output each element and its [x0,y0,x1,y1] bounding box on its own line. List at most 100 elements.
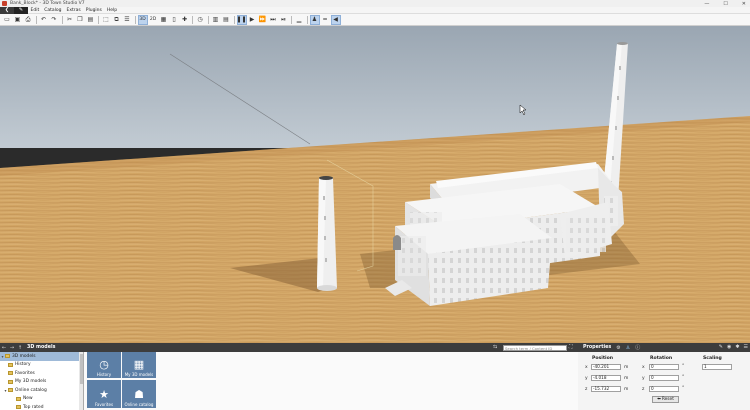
print-button[interactable]: ⎙ [23,15,33,25]
axis-y-label: y [585,376,588,381]
list-icon: ☰ [124,16,130,23]
reset-label: Reset [661,397,674,402]
tree-item-online-catalog[interactable]: ▾ Online catalog [0,386,83,395]
window-title: Bank_Block* - 3D Town Studio V7 [10,1,85,6]
arrow-right-icon: → [9,344,15,351]
move-button[interactable]: ✚ [180,15,190,25]
menu-plugins[interactable]: Plugins [83,8,104,13]
catalog-header: ← → ↑ 3D models ⇆ Search term / Content … [0,343,578,352]
clock-icon: ◷ [99,358,109,371]
info-icon[interactable]: ⓘ [635,344,640,351]
folder-icon [16,396,21,401]
tree-scrollbar[interactable] [79,352,83,410]
folder-icon [8,362,13,367]
position-y-field[interactable]: -4.018 [591,375,621,381]
rotation-y-field[interactable]: 0 [649,375,679,381]
panel-icon: ▤ [223,16,229,23]
gear-icon[interactable]: ⚙ [616,345,620,351]
open-button[interactable]: ▭ [2,15,12,25]
expand-icon[interactable]: ⛶ [569,344,573,350]
speaker-icon: ◀ [333,16,338,23]
toolbar-separator [291,15,292,24]
save-button[interactable]: ▣ [13,15,23,25]
axis-x-label: x [642,365,645,370]
grid-view-button[interactable]: ▦ [159,15,169,25]
catalog-search-input[interactable]: Search term / Content ID [503,344,567,351]
skip-end-button[interactable]: ⏯ [279,15,289,25]
view-2d-button[interactable]: 2D [148,15,158,25]
minimize-button[interactable]: — [704,1,709,7]
road-button[interactable]: ═ [320,15,330,25]
pause-button[interactable]: ❚❚ [236,14,247,25]
figure-icon[interactable]: ♙ [626,345,630,351]
scaling-field[interactable]: 1 [702,364,732,370]
tile-favorites[interactable]: ★ Favorites [87,380,121,408]
tree-item-label: Online catalog [15,387,47,393]
panel-button[interactable]: ▤ [221,15,231,25]
tree-item-label: 3D models [12,353,36,359]
3d-viewport[interactable] [0,26,750,343]
menu-extras[interactable]: Extras [64,8,83,13]
select-button[interactable]: ⬚ [101,15,111,25]
tile-online-catalog[interactable]: ☗ Online catalog [122,380,156,408]
position-z-field[interactable]: -15.732 [591,386,621,392]
list-button[interactable]: ☰ [122,15,132,25]
folder-icon [5,354,10,359]
tree-item-history[interactable]: History [0,361,83,370]
layout-button[interactable]: ▥ [211,15,221,25]
tree-item-label: Favorites [15,370,35,376]
menu-edit[interactable]: Edit [28,8,42,13]
sound-button[interactable]: ◀ [330,14,341,25]
tree-item-new[interactable]: New [0,395,83,404]
trash-button[interactable]: ▯ [169,15,179,25]
road-icon: ═ [323,16,327,23]
eye-icon[interactable]: ◉ [727,344,731,350]
clock-button[interactable]: ◷ [195,15,205,25]
redo-button[interactable]: ↷ [49,15,59,25]
maximize-button[interactable]: ☐ [723,1,727,7]
tree-item-favorites[interactable]: Favorites [0,369,83,378]
reset-button[interactable]: ⬅ Reset [652,396,679,403]
tile-history[interactable]: ◷ History [87,352,121,378]
menu-help[interactable]: Help [104,8,119,13]
unit-m: m [624,365,629,370]
copy-icon: ❐ [77,16,83,23]
search-options-icon[interactable]: ⇆ [493,344,497,350]
nav-up-button[interactable]: ↑ [16,345,24,351]
play-button[interactable]: ▶ [247,15,257,25]
scrollbar-thumb[interactable] [79,354,83,384]
tools-icon[interactable]: ✱ [735,344,739,350]
tile-label: Online catalog [124,402,154,407]
scene-render[interactable] [0,26,750,343]
pen-menu-button[interactable]: ✎ [14,6,28,14]
tree-item-my-3d-models[interactable]: My 3D models [0,378,83,387]
pin-icon[interactable]: ✎ [719,344,723,350]
undo-button[interactable]: ↶ [39,15,49,25]
position-x-field[interactable]: -40.201 [591,364,621,370]
toolbar-separator [192,15,193,24]
underline-button[interactable]: ▁ [294,15,304,25]
close-button[interactable]: ✕ [742,1,746,7]
fast-forward-button[interactable]: ⏩ [258,15,268,25]
menu-catalog[interactable]: Catalog [42,8,64,13]
cut-button[interactable]: ✂ [65,15,75,25]
tile-my-3d-models[interactable]: ▦ My 3D models [122,352,156,378]
group-button[interactable]: ⧉ [112,15,122,25]
person-button[interactable]: ♟ [309,14,320,25]
view-3d-button[interactable]: 3D [137,14,148,25]
faster-button[interactable]: ⏭ [268,15,278,25]
nav-back-button[interactable]: ← [0,345,8,351]
nav-forward-button[interactable]: → [8,345,16,351]
tree-item-3d-models[interactable]: ▾ 3D models [0,352,83,361]
copy-button[interactable]: ❐ [75,15,85,25]
hamburger-menu-icon[interactable]: ☰ [744,344,748,350]
toolbar-separator [98,15,99,24]
folder-icon: ▭ [4,16,10,23]
undo-icon: ↶ [40,16,47,23]
ground-plane [0,116,750,343]
rotation-x-field[interactable]: 0 [649,364,679,370]
paste-button[interactable]: ▤ [86,15,96,25]
back-menu-button[interactable]: ❮ [0,6,14,14]
tree-item-top-rated[interactable]: Top rated [0,403,83,410]
rotation-z-field[interactable]: 0 [649,386,679,392]
